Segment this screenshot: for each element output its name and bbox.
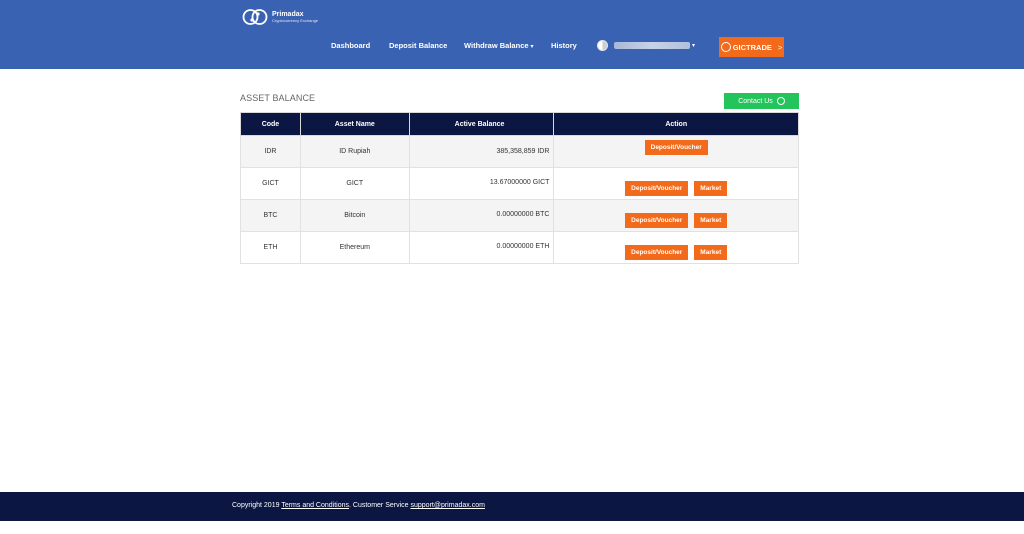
brand-tagline: Cryptocurrency Exchange (272, 18, 319, 23)
footer: Copyright 2019 Terms and Conditions. Cus… (0, 492, 1024, 521)
page-title: ASSET BALANCE (240, 93, 316, 103)
nav-withdraw-label: Withdraw Balance (464, 41, 529, 50)
cell-actions: Deposit/Voucher Market (553, 231, 799, 264)
whatsapp-icon (776, 97, 785, 105)
gictrade-label: GICTRADE (732, 42, 772, 52)
market-button[interactable]: Market (694, 181, 728, 196)
gictrade-button[interactable]: GICTRADE > (719, 37, 784, 57)
cell-code: ETH (240, 231, 301, 264)
brand-logo[interactable]: Primadax Cryptocurrency Exchange (242, 8, 318, 26)
deposit-voucher-button[interactable]: Deposit/Voucher (625, 245, 689, 260)
cell-code: IDR (240, 135, 301, 168)
cell-code: BTC (240, 199, 301, 232)
chevron-down-icon: ▾ (692, 43, 696, 49)
cell-balance: 0.00000000 ETH (408, 231, 555, 264)
table-row: IDR ID Rupiah 385,358,859 IDR Deposit/Vo… (240, 135, 799, 168)
cell-actions: Deposit/Voucher Market (553, 199, 799, 232)
deposit-voucher-button[interactable]: Deposit/Voucher (644, 140, 708, 155)
brand-name: Primadax (272, 11, 304, 18)
table-row: ETH Ethereum 0.00000000 ETH Deposit/Vouc… (240, 231, 799, 264)
cell-balance: 385,358,859 IDR (408, 135, 555, 168)
table-row: BTC Bitcoin 0.00000000 BTC Deposit/Vouch… (240, 199, 799, 232)
header-action: Action (553, 112, 799, 136)
deposit-voucher-button[interactable]: Deposit/Voucher (625, 181, 689, 196)
header-active-balance: Active Balance (408, 112, 555, 136)
gictrade-logo-icon (720, 42, 731, 52)
cell-actions: Deposit/Voucher (553, 135, 799, 168)
customer-service-text: . Customer Service (349, 502, 409, 509)
header-code: Code (240, 112, 301, 136)
link-rings-icon (242, 9, 268, 25)
cell-actions: Deposit/Voucher Market (553, 167, 799, 200)
asset-balance-table: Code Asset Name Active Balance Action ID… (240, 112, 799, 264)
user-menu[interactable]: ▾ (597, 40, 695, 51)
copyright-text: Copyright 2019 (232, 502, 280, 509)
market-button[interactable]: Market (694, 213, 728, 228)
deposit-voucher-button[interactable]: Deposit/Voucher (625, 213, 689, 228)
nav-dashboard[interactable]: Dashboard (331, 41, 370, 50)
user-name-redacted (614, 42, 690, 49)
cell-asset-name: Ethereum (299, 231, 410, 264)
arrow-right-icon: > (777, 42, 783, 52)
cell-asset-name: Bitcoin (299, 199, 410, 232)
avatar (597, 40, 608, 51)
contact-us-label: Contact Us (738, 97, 773, 105)
nav-history[interactable]: History (551, 41, 577, 50)
top-header: Primadax Cryptocurrency Exchange Dashboa… (0, 0, 1024, 69)
cell-asset-name: ID Rupiah (299, 135, 410, 168)
header-asset-name: Asset Name (299, 112, 410, 136)
cell-balance: 13.67000000 GICT (408, 167, 555, 200)
nav-withdraw-balance[interactable]: Withdraw Balance ▾ (464, 41, 534, 50)
footer-text: Copyright 2019 Terms and Conditions. Cus… (232, 502, 485, 509)
market-button[interactable]: Market (694, 245, 728, 260)
table-row: GICT GICT 13.67000000 GICT Deposit/Vouch… (240, 167, 799, 200)
table-header-row: Code Asset Name Active Balance Action (240, 112, 799, 136)
cell-asset-name: GICT (299, 167, 410, 200)
nav-deposit-balance[interactable]: Deposit Balance (389, 41, 447, 50)
contact-us-button[interactable]: Contact Us (724, 93, 799, 109)
cell-balance: 0.00000000 BTC (408, 199, 555, 232)
support-email-link[interactable]: support@primadax.com (411, 502, 485, 509)
chevron-down-icon: ▾ (530, 44, 534, 50)
main-nav: Dashboard Deposit Balance Withdraw Balan… (0, 41, 1024, 53)
terms-link[interactable]: Terms and Conditions (281, 502, 349, 509)
cell-code: GICT (240, 167, 301, 200)
